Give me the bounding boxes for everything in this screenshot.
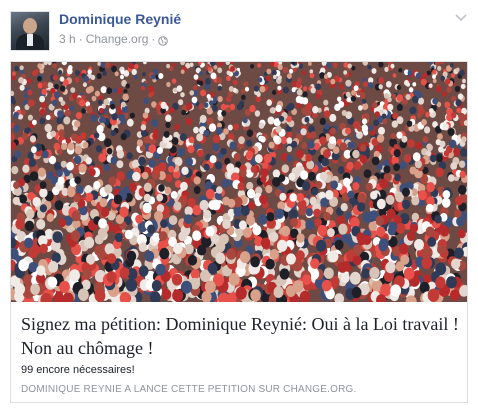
post-meta: 3 h · Change.org · xyxy=(59,32,169,47)
link-title[interactable]: Signez ma pétition: Dominique Reynié: Ou… xyxy=(21,312,461,360)
chevron-down-icon[interactable] xyxy=(454,10,468,22)
post-source[interactable]: Change.org xyxy=(86,32,149,47)
avatar[interactable] xyxy=(10,11,50,51)
link-description: 99 encore nécessaires! xyxy=(21,364,135,376)
globe-icon[interactable] xyxy=(158,35,169,46)
link-caption: DOMINIQUE REYNIE A LANCE CETTE PETITION … xyxy=(21,384,357,395)
link-preview-card[interactable]: Signez ma pétition: Dominique Reynié: Ou… xyxy=(10,61,468,403)
post-time[interactable]: 3 h xyxy=(59,32,76,47)
feed-post: Dominique Reynié 3 h · Change.org · Sign… xyxy=(0,0,478,409)
crowd-photo[interactable] xyxy=(11,62,467,302)
author-name[interactable]: Dominique Reynié xyxy=(59,11,181,28)
meta-separator: · xyxy=(151,32,156,46)
meta-separator: · xyxy=(78,32,83,46)
